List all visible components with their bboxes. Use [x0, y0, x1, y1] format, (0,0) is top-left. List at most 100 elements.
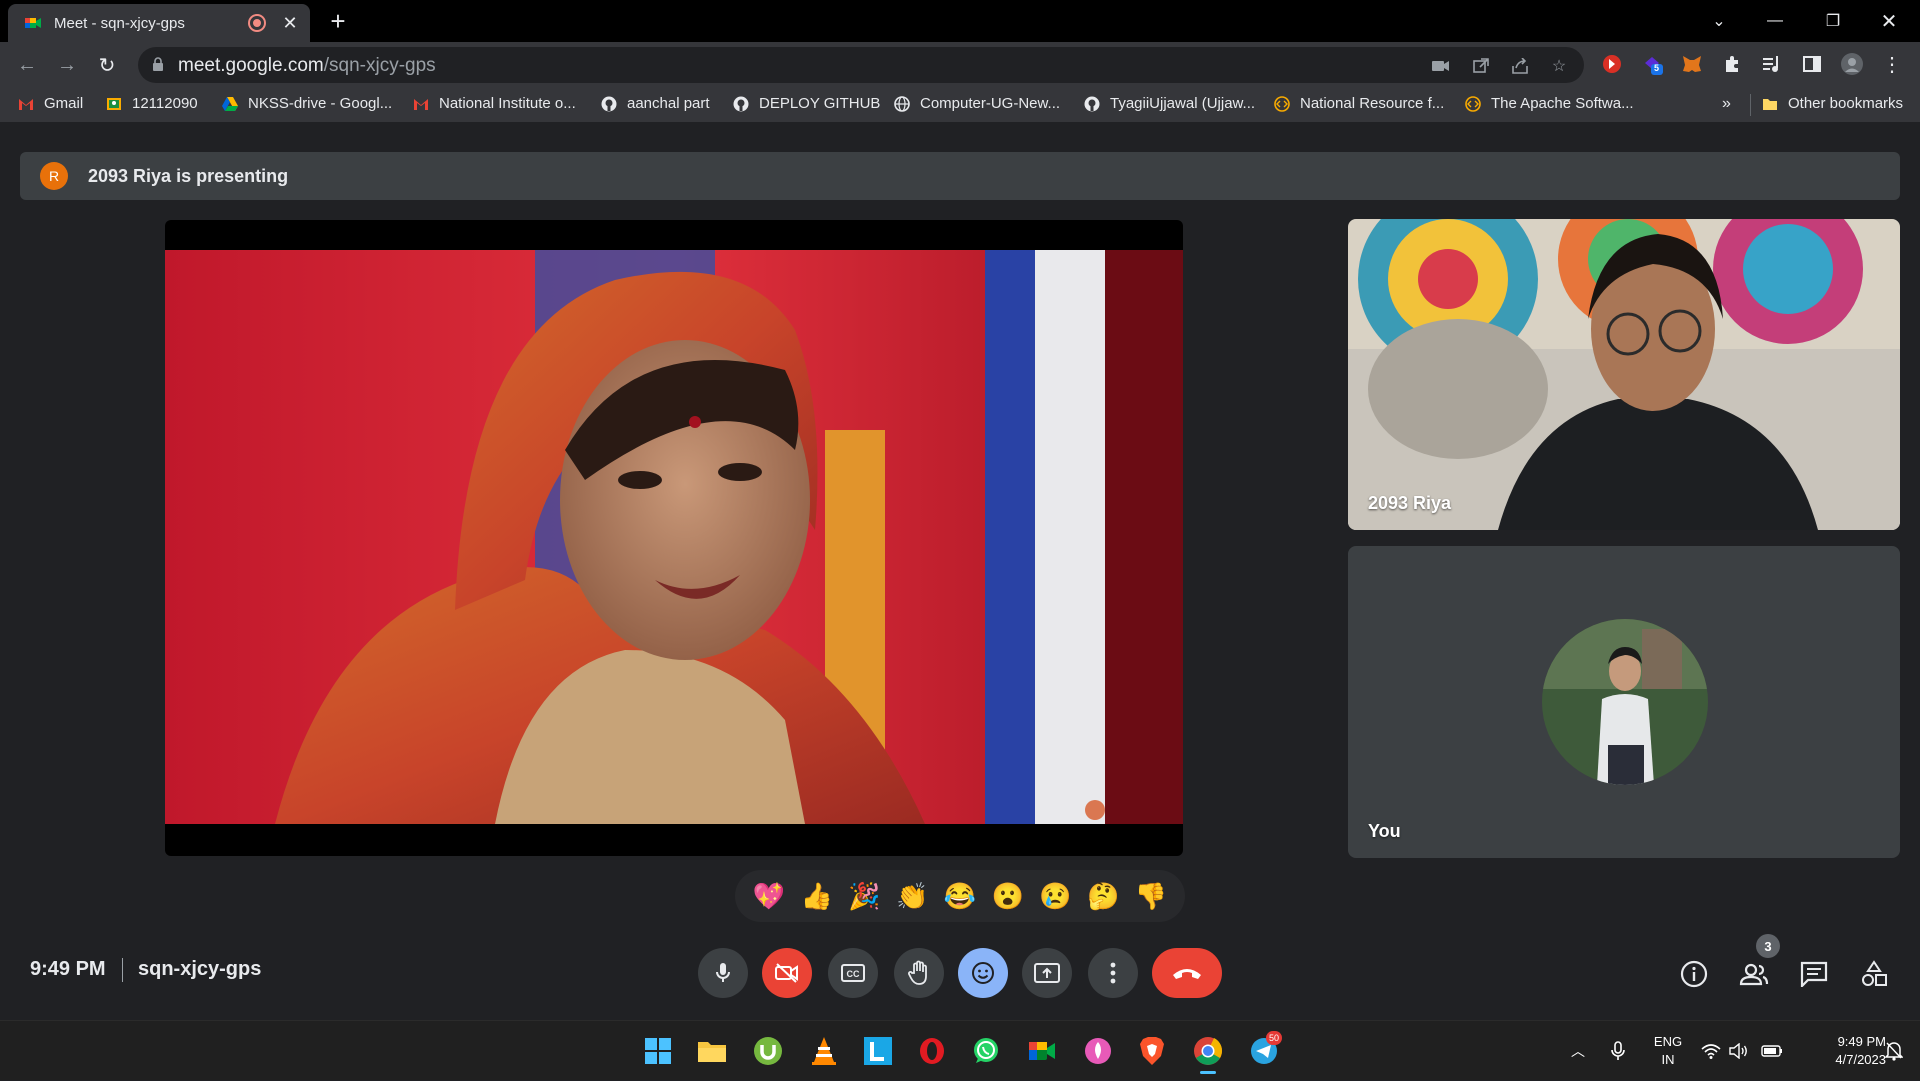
extensions-puzzle-icon[interactable] — [1718, 50, 1746, 78]
bookmark-item[interactable]: aanchal part — [601, 95, 710, 112]
reaction-party-popper[interactable]: 🎉 — [848, 881, 880, 911]
extension-record-icon[interactable] — [1598, 50, 1626, 78]
participants-button[interactable] — [1734, 954, 1774, 994]
reaction-surprised[interactable]: 😮 — [992, 881, 1024, 911]
folder-icon — [1763, 98, 1777, 110]
telegram-unread-badge: 50 — [1266, 1031, 1282, 1045]
close-window-button[interactable]: ✕ — [1866, 0, 1912, 42]
bookmark-item[interactable]: DEPLOY GITHUB — [733, 95, 880, 112]
restore-button[interactable]: ❐ — [1810, 0, 1856, 42]
microphone-button[interactable] — [698, 948, 748, 998]
bookmark-item[interactable]: The Apache Softwa... — [1465, 95, 1634, 112]
reactions-bar: 💖 👍 🎉 👏 😂 😮 😢 🤔 👎 — [735, 870, 1185, 922]
tab-search-icon[interactable]: ⌄ — [1696, 0, 1742, 42]
url-text: meet.google.com/sqn-xjcy-gps — [178, 55, 436, 76]
side-panel-icon[interactable] — [1798, 50, 1826, 78]
camera-off-button[interactable] — [762, 948, 812, 998]
battery-icon[interactable] — [1760, 1021, 1784, 1081]
more-options-button[interactable] — [1088, 948, 1138, 998]
leave-call-button[interactable] — [1152, 948, 1222, 998]
extension-badge-icon[interactable]: 5 — [1638, 50, 1666, 78]
new-tab-button[interactable]: + — [326, 8, 350, 34]
presentation-frame-image — [165, 250, 1183, 824]
emoji-reactions-button[interactable] — [958, 948, 1008, 998]
more-vertical-icon — [1110, 962, 1116, 984]
chat-button[interactable] — [1794, 954, 1834, 994]
back-button[interactable]: ← — [12, 50, 42, 80]
wifi-icon[interactable] — [1700, 1021, 1722, 1081]
reaction-thumbs-down[interactable]: 👎 — [1135, 881, 1167, 911]
reaction-clapping[interactable]: 👏 — [896, 881, 928, 911]
windows-start-icon[interactable] — [642, 1035, 674, 1067]
bookmark-item[interactable]: Computer-UG-New... — [894, 95, 1060, 112]
reaction-sparkling-heart[interactable]: 💖 — [753, 881, 785, 911]
share-icon[interactable] — [1510, 55, 1532, 77]
address-bar[interactable]: meet.google.com/sqn-xjcy-gps ☆ — [138, 47, 1584, 83]
bookmark-item[interactable]: National Institute o... — [413, 95, 576, 112]
github-icon — [733, 96, 749, 111]
telegram-icon[interactable]: 50 — [1248, 1031, 1282, 1067]
reaction-thinking[interactable]: 🤔 — [1087, 881, 1119, 911]
smiley-icon — [972, 962, 994, 984]
bookmark-item[interactable]: National Resource f... — [1274, 95, 1444, 112]
participant-tile-you[interactable]: You — [1348, 546, 1900, 858]
metamask-icon[interactable] — [1678, 50, 1706, 78]
captions-button[interactable]: CC — [828, 948, 878, 998]
file-explorer-icon[interactable] — [696, 1035, 728, 1067]
forward-button[interactable]: → — [52, 50, 82, 80]
bookmark-star-icon[interactable]: ☆ — [1548, 55, 1570, 77]
activities-button[interactable] — [1854, 954, 1894, 994]
time-code-separator — [122, 958, 123, 982]
chrome-icon[interactable] — [1192, 1035, 1224, 1074]
whatsapp-icon[interactable] — [970, 1035, 1002, 1067]
brave-icon[interactable] — [1136, 1035, 1168, 1067]
reaction-crying[interactable]: 😢 — [1039, 881, 1071, 911]
bookmark-item[interactable]: TyagiiUjjawal (Ujjaw... — [1084, 95, 1255, 112]
minimize-button[interactable]: — — [1752, 0, 1798, 42]
bookmark-item[interactable]: NKSS-drive - Googl... — [222, 95, 392, 112]
profile-avatar[interactable] — [1838, 50, 1866, 78]
lightshot-icon[interactable] — [862, 1035, 894, 1067]
close-tab-icon[interactable]: ✕ — [280, 13, 300, 34]
show-hidden-icons-chevron-icon[interactable]: ︿ — [1566, 1021, 1590, 1081]
globe-icon — [894, 95, 910, 112]
google-meet-app-icon[interactable] — [1026, 1035, 1058, 1067]
presenting-text: 2093 Riya is presenting — [88, 165, 289, 186]
app-icon-pink[interactable] — [1082, 1035, 1114, 1067]
reload-button[interactable]: ↻ — [92, 50, 122, 80]
system-clock[interactable]: 9:49 PM 4/7/2023 — [1796, 1033, 1886, 1069]
raise-hand-button[interactable] — [894, 948, 944, 998]
gmail-icon — [19, 98, 33, 110]
meet-control-bar: 9:49 PM sqn-xjcy-gps CC 3 — [0, 932, 1920, 1012]
github-icon — [601, 96, 617, 111]
reaction-laughing[interactable]: 😂 — [944, 881, 976, 911]
open-in-new-icon[interactable] — [1470, 55, 1492, 77]
notification-bell-icon[interactable] — [1880, 1021, 1908, 1081]
browser-toolbar: ← → ↻ meet.google.com/sqn-xjcy-gps ☆ 5 ⋮ — [0, 42, 1920, 88]
microphone-tray-icon[interactable] — [1606, 1021, 1630, 1081]
reaction-thumbs-up[interactable]: 👍 — [800, 881, 832, 911]
self-avatar — [1542, 619, 1708, 785]
bookmarks-overflow-button[interactable]: » — [1722, 95, 1731, 113]
vlc-icon[interactable] — [808, 1035, 840, 1067]
hang-up-icon — [1173, 969, 1201, 979]
chrome-menu-icon[interactable]: ⋮ — [1878, 50, 1906, 78]
bookmark-item[interactable]: Gmail — [18, 95, 83, 112]
media-control-icon[interactable] — [1758, 50, 1786, 78]
other-bookmarks-folder[interactable]: Other bookmarks — [1762, 95, 1903, 112]
volume-icon[interactable] — [1728, 1021, 1750, 1081]
camera-in-use-icon[interactable] — [1430, 55, 1452, 77]
gmail-icon — [414, 98, 428, 110]
browser-tab-meet[interactable]: Meet - sqn-xjcy-gps ✕ — [8, 4, 310, 42]
input-language-indicator[interactable]: ENG IN — [1650, 1033, 1686, 1069]
bookmark-item[interactable]: 12112090 — [106, 95, 198, 112]
presentation-video[interactable] — [165, 220, 1183, 856]
extension-badge-count: 5 — [1654, 63, 1660, 73]
activities-shapes-icon — [1862, 960, 1887, 986]
classroom-icon — [107, 97, 121, 110]
present-now-button[interactable] — [1022, 948, 1072, 998]
participant-tile-riya[interactable]: 2093 Riya — [1348, 219, 1900, 530]
meeting-details-button[interactable] — [1674, 954, 1714, 994]
utorrent-icon[interactable] — [752, 1035, 784, 1067]
opera-icon[interactable] — [916, 1035, 948, 1067]
